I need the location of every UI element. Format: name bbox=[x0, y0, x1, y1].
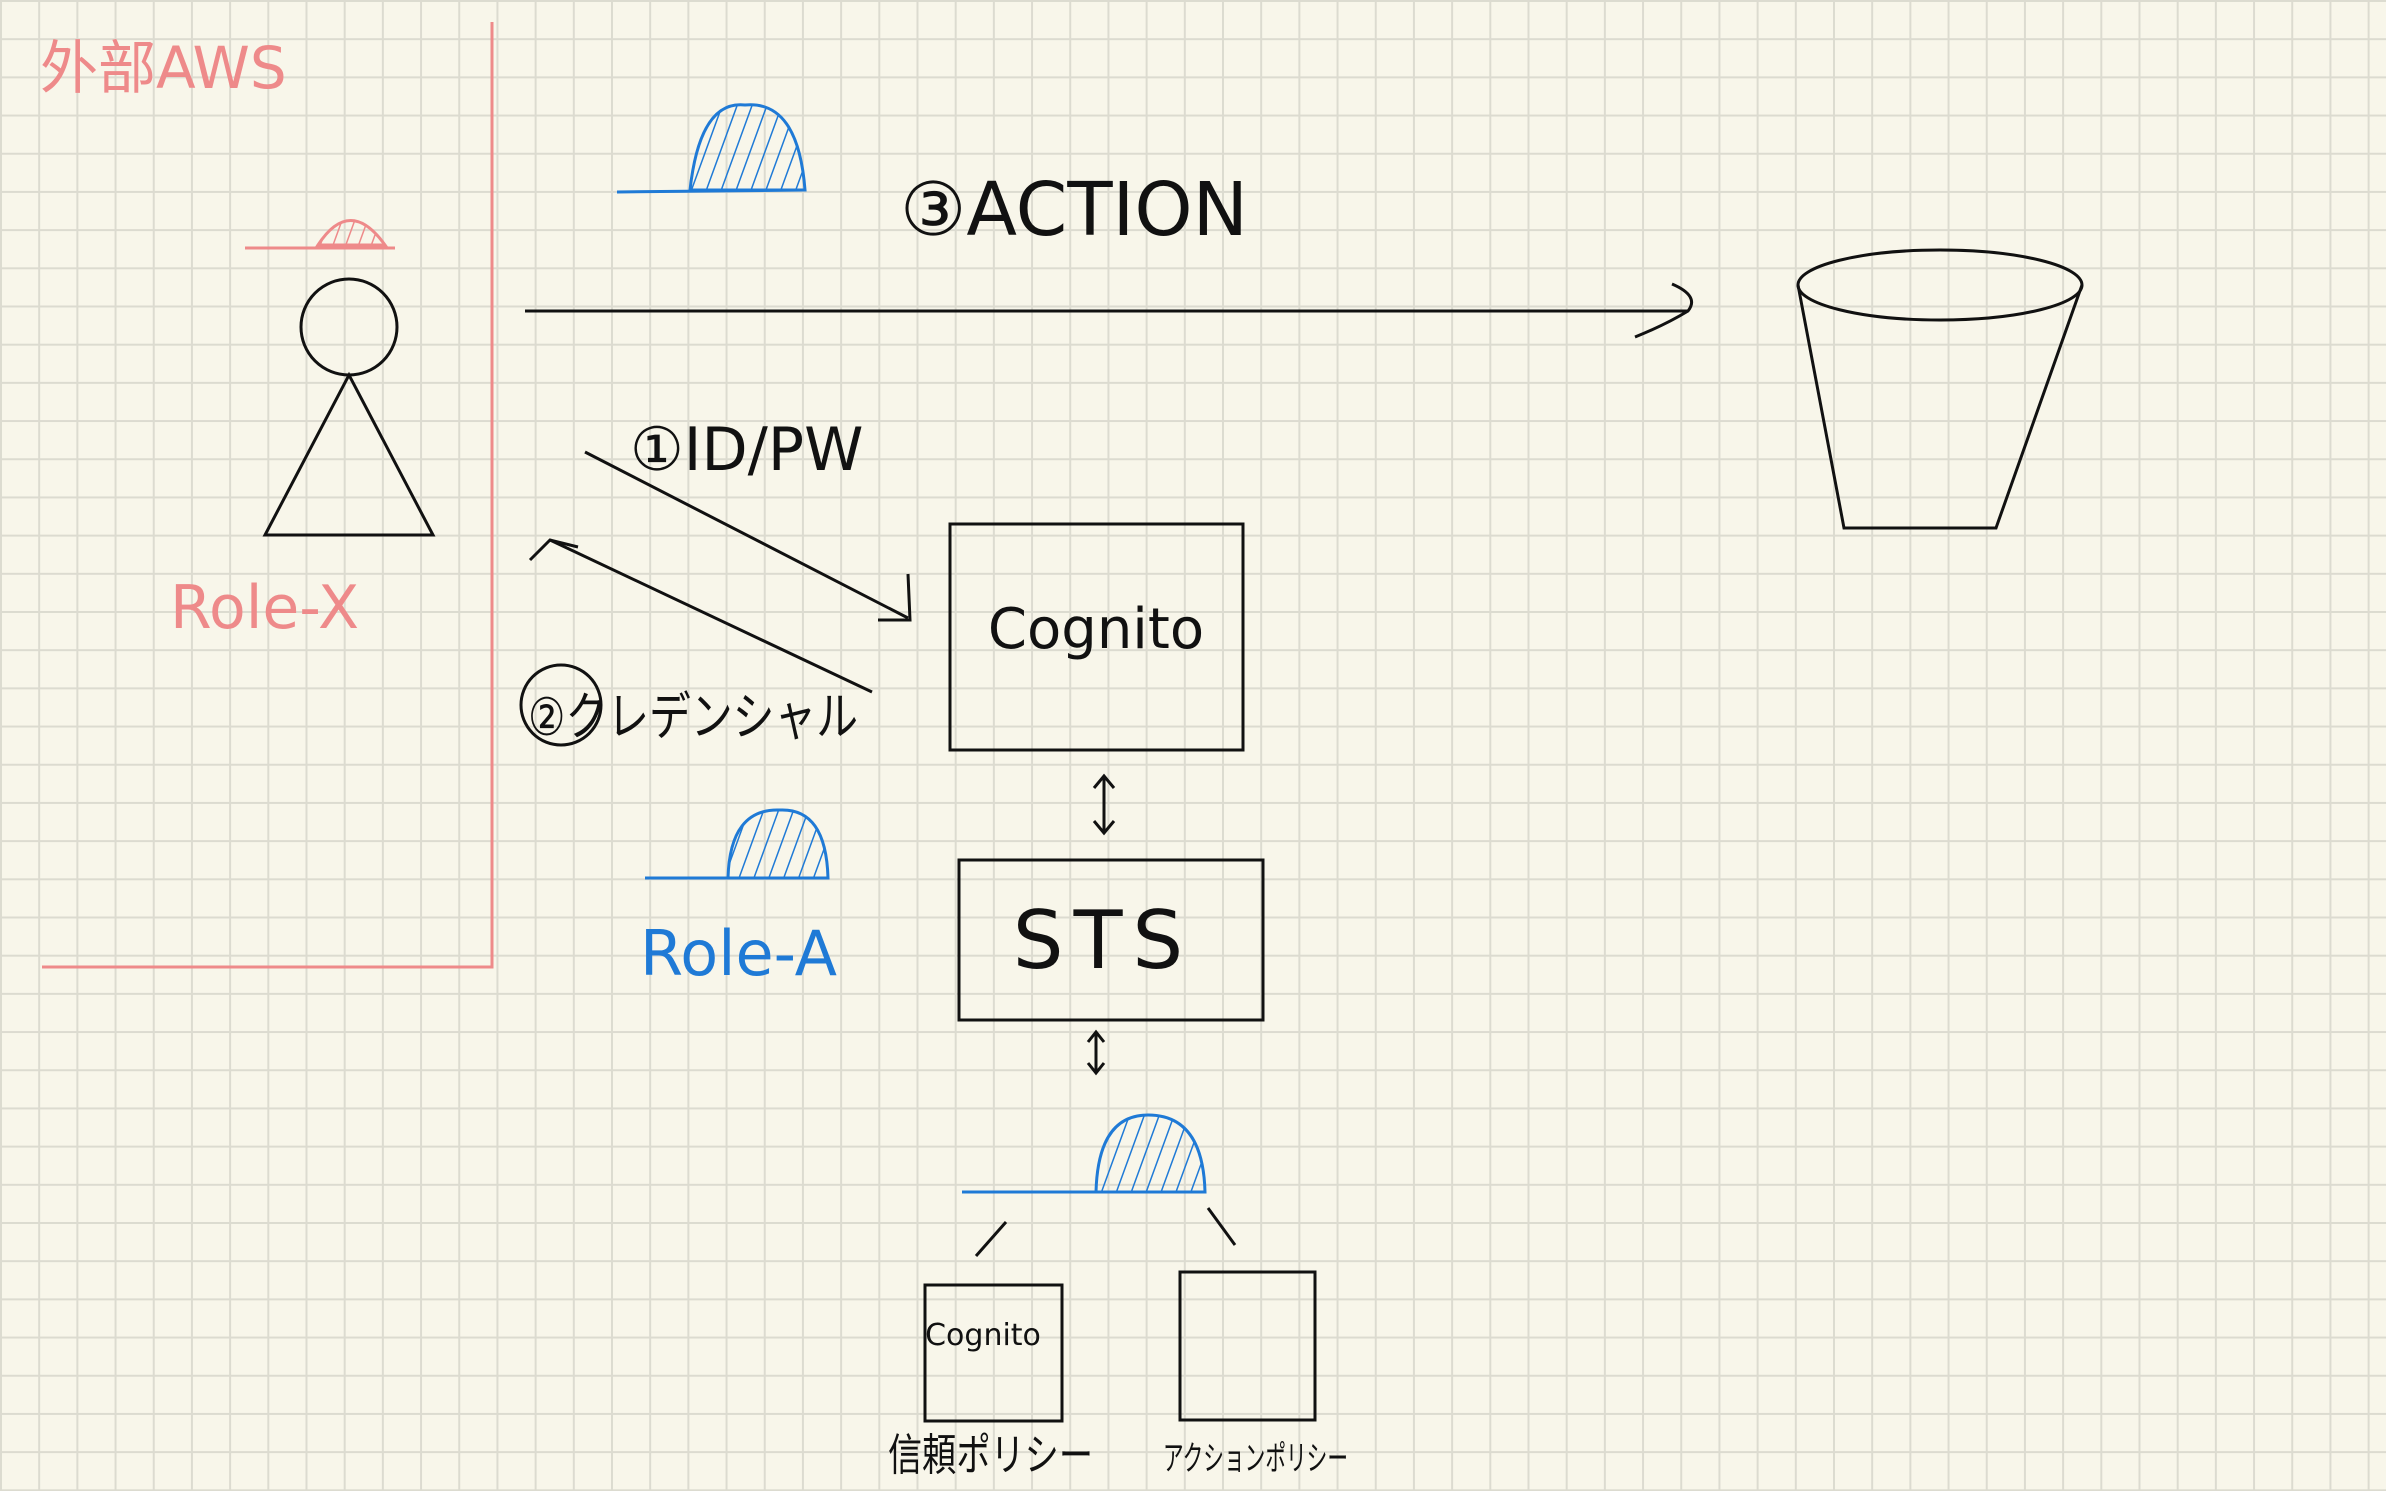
sts-label: STS bbox=[1013, 894, 1193, 987]
sts-role-arrow bbox=[1086, 1029, 1106, 1076]
role-a-helmet-icon bbox=[645, 808, 830, 880]
policy-role-helmet-icon bbox=[962, 1113, 1207, 1194]
cognito-label: Cognito bbox=[988, 597, 1204, 662]
user-icon bbox=[262, 277, 436, 537]
role-a-label: Role-A bbox=[640, 917, 837, 990]
trust-policy: Cognito 信頼ポリシー bbox=[888, 1283, 1093, 1481]
action-policy-label: アクションポリシー bbox=[1163, 1439, 1348, 1479]
login-flow-label: ①ID/PW bbox=[630, 415, 863, 485]
action-arrow bbox=[525, 282, 1693, 339]
action-flow-label: ③ACTION bbox=[900, 167, 1248, 253]
credential-flow: ②クレデンシャル bbox=[519, 663, 858, 748]
role-x-label: Role-X bbox=[170, 573, 359, 643]
sts-service: STS bbox=[957, 858, 1265, 1022]
s3-bucket-icon bbox=[1796, 248, 2084, 530]
role-x-helmet-icon bbox=[245, 219, 395, 250]
cognito-sts-arrow bbox=[1092, 773, 1116, 836]
trust-policy-label: 信頼ポリシー bbox=[888, 1430, 1093, 1481]
action-role-helmet-icon bbox=[616, 103, 807, 194]
external-aws-zone bbox=[42, 22, 494, 969]
cognito-service: Cognito bbox=[948, 522, 1245, 752]
credential-flow-label: ②クレデンシャル bbox=[528, 688, 858, 748]
action-policy: アクションポリシー bbox=[1163, 1270, 1348, 1479]
policy-branch-lines bbox=[974, 1207, 1237, 1257]
external-aws-label: 外部AWS bbox=[40, 34, 287, 102]
trust-policy-box-text: Cognito bbox=[925, 1318, 1041, 1353]
diagram-canvas: 外部AWS Role-X ③ACTION ①ID/PW ②クレデンシャル Cog… bbox=[40, 22, 2084, 1481]
